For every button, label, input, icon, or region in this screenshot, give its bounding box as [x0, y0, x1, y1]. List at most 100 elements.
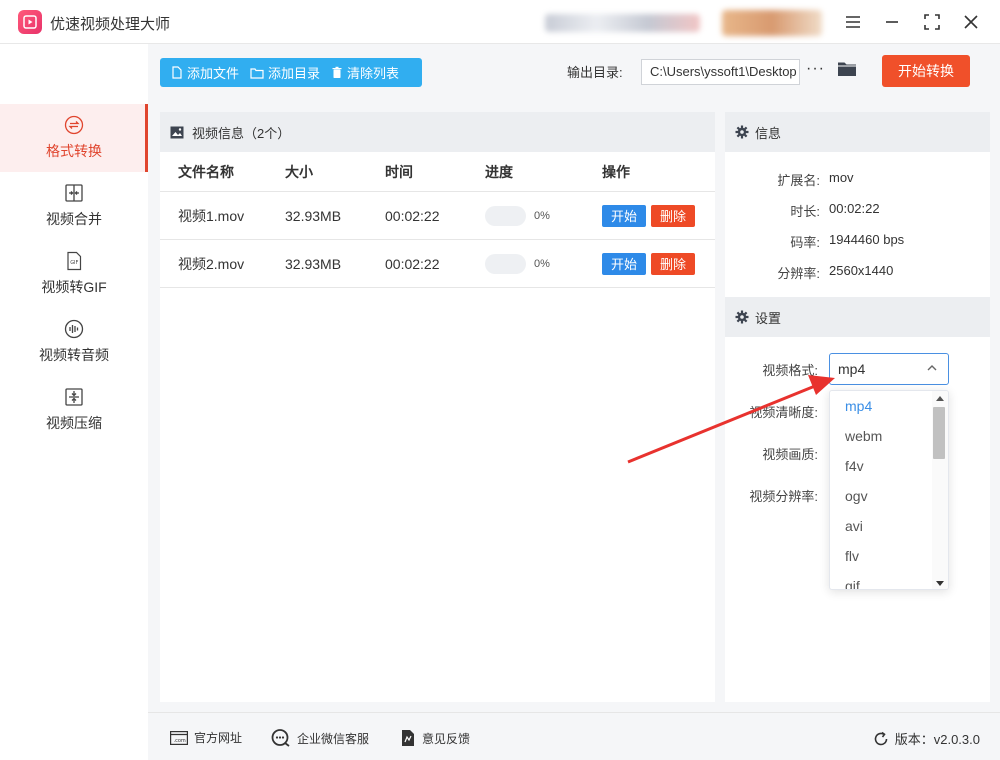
minimize-icon[interactable]: [880, 10, 904, 34]
website-icon: .com: [170, 730, 188, 745]
wechat-support-link[interactable]: 企业微信客服: [271, 729, 369, 747]
user-avatar-blurred[interactable]: [722, 10, 822, 36]
info-value: 2560x1440: [829, 263, 894, 278]
official-website-link[interactable]: .com 官方网址: [170, 729, 242, 746]
info-title: 信息: [755, 125, 782, 141]
app-logo-icon: [18, 10, 42, 34]
info-key: 分辨率:: [777, 266, 820, 281]
sidebar: 格式转换 视频合并 GIF 视频转GIF 视频转音频 视频压缩: [0, 44, 148, 760]
sidebar-item-video-to-gif[interactable]: GIF 视频转GIF: [0, 240, 148, 308]
feedback-icon: [402, 730, 414, 746]
file-duration: 00:02:22: [385, 255, 440, 272]
svg-text:.com: .com: [174, 738, 186, 744]
add-file-label: 添加文件: [187, 66, 240, 81]
info-key: 扩展名:: [777, 173, 820, 188]
output-dir-input[interactable]: C:\Users\yssoft1\Desktop: [641, 59, 800, 85]
progress-percent: 0%: [534, 209, 550, 222]
clear-list-button[interactable]: 清除列表: [320, 58, 399, 87]
scroll-up-icon[interactable]: [936, 395, 944, 401]
row-delete-button[interactable]: 删除: [651, 252, 695, 275]
file-toolbar: 添加文件 添加目录 清除列表: [160, 58, 422, 87]
column-header: 大小: [285, 163, 313, 180]
info-value: mov: [829, 170, 854, 185]
video-list-title: 视频信息（2个）: [192, 125, 291, 141]
format-dropdown: mp4 webm f4v ogv avi flv gif: [829, 390, 949, 590]
add-directory-button[interactable]: 添加目录: [239, 58, 320, 87]
video-format-select[interactable]: mp4: [829, 353, 949, 385]
settings-header: 设置: [725, 297, 990, 337]
file-icon: [172, 66, 182, 79]
video-clarity-label: 视频清晰度:: [749, 405, 818, 420]
file-size: 32.93MB: [285, 207, 342, 224]
chat-support-icon: [271, 729, 290, 747]
dropdown-scrollbar[interactable]: [932, 391, 948, 589]
row-delete-button[interactable]: 删除: [651, 204, 695, 227]
close-icon[interactable]: [959, 10, 983, 34]
menu-icon[interactable]: [841, 10, 865, 34]
add-file-button[interactable]: 添加文件: [160, 58, 239, 87]
sidebar-item-label: 视频合并: [46, 211, 102, 227]
app-title: 优速视频处理大师: [50, 16, 171, 33]
video-format-value: mp4: [838, 361, 866, 377]
compress-icon: [64, 387, 84, 407]
wechat-support-label: 企业微信客服: [297, 731, 370, 746]
maximize-icon[interactable]: [920, 10, 944, 34]
video-list-header: 视频信息（2个）: [160, 112, 715, 152]
gear-icon: [735, 310, 749, 324]
video-quality-label: 视频画质:: [762, 447, 818, 462]
merge-icon: [64, 183, 84, 203]
column-header: 操作: [602, 163, 630, 180]
dropdown-option[interactable]: mp4: [830, 391, 948, 421]
start-convert-button[interactable]: 开始转换: [882, 55, 970, 87]
refresh-icon[interactable]: [873, 731, 889, 747]
add-directory-label: 添加目录: [268, 66, 321, 81]
more-options-button[interactable]: ···: [806, 60, 825, 78]
dropdown-option[interactable]: flv: [830, 541, 948, 571]
row-start-button[interactable]: 开始: [602, 252, 646, 275]
dropdown-option[interactable]: gif: [830, 571, 948, 589]
svg-text:GIF: GIF: [70, 260, 78, 266]
info-key: 码率:: [790, 235, 820, 250]
file-name: 视频2.mov: [178, 255, 245, 272]
info-extension: 扩展名: mov: [725, 170, 854, 189]
info-duration: 时长: 00:02:22: [725, 201, 879, 220]
dropdown-option[interactable]: f4v: [830, 451, 948, 481]
open-folder-icon[interactable]: [837, 60, 857, 80]
info-key: 时长:: [790, 204, 820, 219]
column-header: 文件名称: [178, 163, 234, 180]
clear-list-label: 清除列表: [347, 66, 400, 81]
chevron-up-icon: [927, 365, 937, 371]
convert-icon: [64, 115, 84, 135]
scroll-down-icon[interactable]: [936, 581, 944, 587]
feedback-link[interactable]: 意见反馈: [400, 729, 470, 747]
dropdown-option[interactable]: avi: [830, 511, 948, 541]
scrollbar-thumb[interactable]: [933, 407, 945, 459]
sidebar-item-video-compress[interactable]: 视频压缩: [0, 376, 148, 444]
info-value: 1944460 bps: [829, 232, 905, 247]
account-info-blurred: [545, 14, 700, 32]
version-info: 版本：v2.0.3.0: [873, 729, 980, 748]
dropdown-option[interactable]: webm: [830, 421, 948, 451]
column-header: 时间: [385, 163, 413, 180]
image-icon: [170, 126, 184, 138]
sidebar-item-format-convert[interactable]: 格式转换: [0, 104, 148, 172]
row-start-button[interactable]: 开始: [602, 204, 646, 227]
version-label: 版本：v2.0.3.0: [894, 732, 980, 747]
progress-bar: [485, 253, 526, 274]
sidebar-item-label: 格式转换: [46, 143, 102, 159]
video-format-label: 视频格式:: [762, 363, 818, 378]
sidebar-item-video-merge[interactable]: 视频合并: [0, 172, 148, 240]
feedback-label: 意见反馈: [422, 731, 471, 746]
column-header: 进度: [485, 163, 513, 180]
info-header: 信息: [725, 112, 990, 152]
sidebar-item-label: 视频转音频: [39, 347, 109, 363]
title-bar: 优速视频处理大师: [0, 0, 1000, 44]
dropdown-option[interactable]: ogv: [830, 481, 948, 511]
settings-title: 设置: [755, 310, 782, 326]
gif-icon: GIF: [64, 251, 84, 271]
sidebar-item-label: 视频压缩: [46, 415, 102, 431]
audio-icon: [64, 319, 84, 339]
file-duration: 00:02:22: [385, 207, 440, 224]
sidebar-item-video-to-audio[interactable]: 视频转音频: [0, 308, 148, 376]
official-website-label: 官方网址: [194, 731, 243, 745]
